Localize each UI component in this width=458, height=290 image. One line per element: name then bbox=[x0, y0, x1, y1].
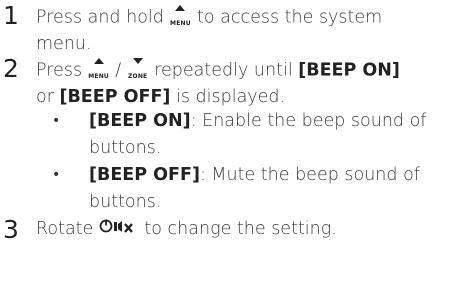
bullet-desc-line2: buttons. bbox=[89, 137, 162, 158]
step-text-part: Rotate bbox=[36, 219, 99, 239]
menu-up-icon: MENU bbox=[169, 2, 191, 27]
icon-label: MENU bbox=[170, 19, 191, 27]
step-number: 1 bbox=[3, 1, 19, 30]
step-text-part: or bbox=[36, 87, 60, 107]
step-text-line2: menu. bbox=[36, 34, 92, 54]
bullet-bold: [BEEP OFF] bbox=[89, 165, 200, 185]
bullet-text: [BEEP OFF]: Mute the beep sound of butto… bbox=[89, 162, 454, 215]
bullet-icon: • bbox=[52, 167, 61, 183]
beep-off-label: [BEEP OFF] bbox=[59, 87, 171, 107]
bullet-text: [BEEP ON]: Enable the beep sound of butt… bbox=[89, 108, 454, 161]
bullet-desc: : Enable the beep sound of bbox=[190, 111, 427, 131]
step-text-part: is displayed. bbox=[170, 87, 286, 107]
separator: / bbox=[109, 60, 127, 81]
menu-up-icon: MENU bbox=[88, 55, 110, 80]
bullet-icon: • bbox=[52, 113, 61, 129]
bullet-desc: : Mute the beep sound of bbox=[199, 165, 420, 185]
bullet-desc-line2: buttons. bbox=[89, 191, 162, 212]
icon-label: MENU bbox=[88, 72, 109, 80]
step-text: Press and hold MENU to access the system… bbox=[36, 2, 448, 58]
zone-down-icon: ZONE bbox=[127, 55, 149, 80]
bullet-bold: [BEEP ON] bbox=[89, 111, 191, 131]
step-number: 3 bbox=[3, 215, 19, 244]
icon-label: ZONE bbox=[127, 72, 148, 80]
step-text: Press MENU / ZONE repeatedly until [BEEP… bbox=[36, 55, 448, 111]
step-text-part: repeatedly until bbox=[148, 60, 299, 81]
beep-on-label: [BEEP ON] bbox=[298, 60, 400, 81]
step-text-part: to change the setting. bbox=[138, 219, 337, 239]
step-text-part: to access the system bbox=[191, 7, 383, 28]
step-text-part: Press bbox=[36, 60, 88, 81]
step-number: 2 bbox=[3, 54, 19, 83]
step-text-part: Press and hold bbox=[36, 7, 170, 28]
step-text: Rotate to change the setting. bbox=[36, 216, 448, 245]
power-volume-mute-icon bbox=[99, 218, 139, 245]
